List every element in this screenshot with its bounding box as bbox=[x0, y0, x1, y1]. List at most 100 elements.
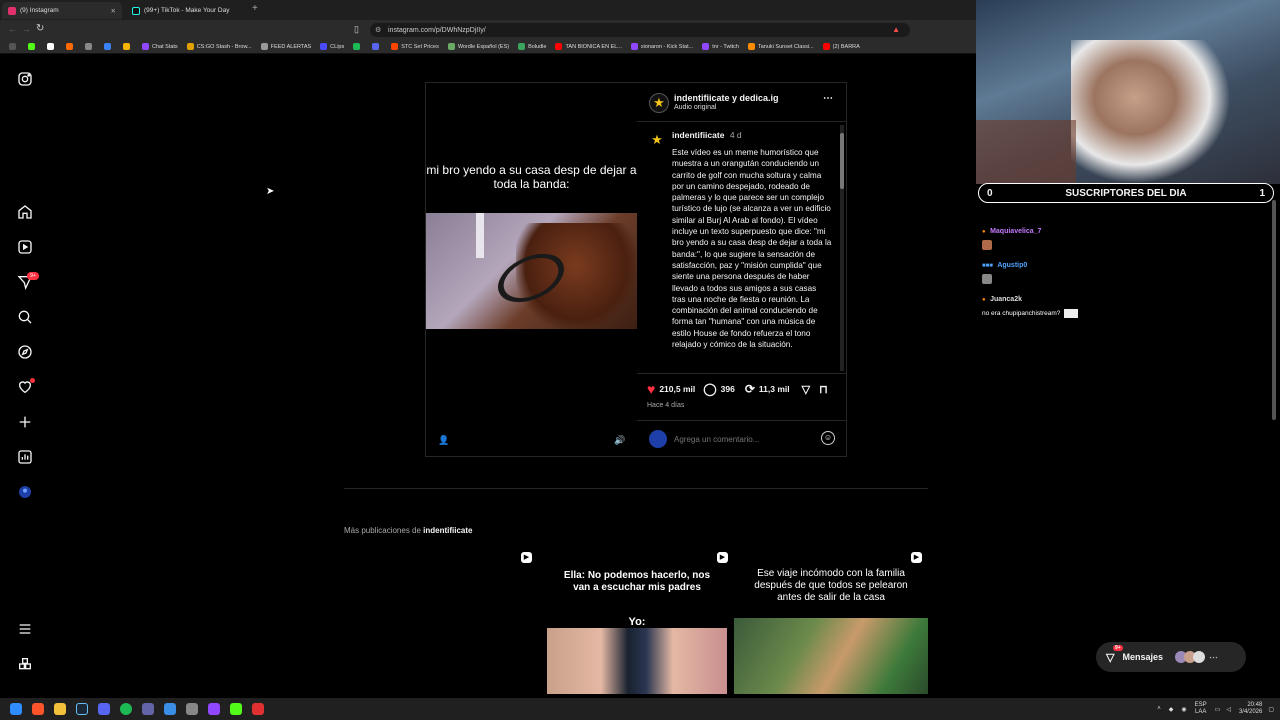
avatar[interactable]: ★ bbox=[649, 93, 669, 113]
new-tab-icon[interactable]: + bbox=[252, 3, 258, 14]
post-thumbnail[interactable]: ▶ Ella: No podemos hacerlo, nos van a es… bbox=[540, 548, 734, 694]
language-indicator[interactable]: ESP LAA bbox=[1195, 702, 1207, 716]
caption-scrollbar[interactable] bbox=[840, 125, 844, 371]
header-username[interactable]: indentifiicate y dedica.ig bbox=[674, 93, 779, 103]
save-icon[interactable]: ⊓ bbox=[819, 383, 828, 396]
explore-icon[interactable] bbox=[15, 342, 35, 362]
search-icon[interactable] bbox=[15, 307, 35, 327]
bookmark-icon[interactable] bbox=[47, 43, 57, 50]
more-posts-username[interactable]: indentifiicate bbox=[423, 526, 472, 535]
repost-count[interactable]: 11,3 mil bbox=[759, 384, 790, 394]
brave-browser-icon[interactable] bbox=[32, 703, 44, 715]
bookmark-kick-stats[interactable]: sionaron - Kick Stat... bbox=[630, 43, 693, 50]
bookmark-icon[interactable] bbox=[85, 43, 95, 50]
tab-tiktok[interactable]: (99+) TikTok - Make Your Day bbox=[126, 2, 246, 19]
bookmark-icon[interactable] bbox=[372, 43, 382, 50]
chat-username: Maquiavelica_7 bbox=[990, 228, 1042, 235]
app-icon[interactable] bbox=[252, 703, 264, 715]
reload-icon[interactable]: ↻ bbox=[36, 23, 44, 34]
bookmark-boludle[interactable]: Boludle bbox=[518, 43, 546, 50]
bookmark-tanuki[interactable]: Tanuki Sunset Classi... bbox=[747, 43, 814, 50]
repost-icon[interactable]: ⟳ bbox=[745, 382, 755, 396]
subscribers-bar: 0 SUSCRIPTORES DEL DIA 1 bbox=[978, 183, 1274, 203]
like-icon[interactable]: ♥ bbox=[647, 381, 655, 397]
volume-icon[interactable]: ◁ bbox=[1226, 706, 1231, 713]
page-scrollbar[interactable] bbox=[1272, 200, 1276, 420]
profile-icon[interactable] bbox=[15, 482, 35, 502]
bookmark-tan-bionica[interactable]: TAN BIONICA EN EL... bbox=[555, 43, 622, 50]
tab-instagram[interactable]: (9) Instagram ✕ bbox=[2, 2, 122, 19]
app-icon[interactable] bbox=[142, 703, 154, 715]
chat-message: ● Maquiavelica_7 bbox=[982, 220, 1272, 254]
bookmark-icon[interactable] bbox=[104, 43, 114, 50]
close-tab-icon[interactable]: ✕ bbox=[111, 7, 116, 15]
browser-tab-bar: (9) Instagram ✕ (99+) TikTok - Make Your… bbox=[0, 0, 976, 20]
bookmark-clips[interactable]: CLips bbox=[320, 43, 344, 50]
tray-icon[interactable]: ◉ bbox=[1181, 706, 1186, 713]
comment-input[interactable] bbox=[674, 432, 804, 446]
bookmark-feed-alertas[interactable]: FEED ALERTAS bbox=[260, 43, 311, 50]
subs-title: SUSCRIPTORES DEL DIA bbox=[1065, 187, 1187, 199]
kick-icon[interactable] bbox=[230, 703, 242, 715]
bookmark-barra[interactable]: (2) BARRA bbox=[822, 43, 860, 50]
back-icon[interactable]: ← bbox=[8, 24, 17, 34]
apps-icon[interactable] bbox=[9, 43, 19, 50]
home-icon[interactable] bbox=[15, 202, 35, 222]
mouse-cursor-icon: ➤ bbox=[266, 186, 275, 197]
bookmark-stc-prices[interactable]: STC Set Prices bbox=[391, 43, 439, 50]
menu-icon[interactable] bbox=[15, 619, 35, 639]
user-tag-icon[interactable]: 👤 bbox=[438, 435, 449, 446]
windows-start-icon[interactable] bbox=[10, 703, 22, 715]
notification-dot bbox=[30, 378, 35, 383]
bookmarks-bar: Chat Stats CS:GO Stash - Brow... FEED AL… bbox=[0, 40, 976, 54]
reels-icon[interactable] bbox=[15, 237, 35, 257]
tab-title: (99+) TikTok - Make Your Day bbox=[144, 7, 230, 14]
comment-icon[interactable]: ◯ bbox=[703, 382, 716, 396]
video-overlay-text: mi bro yendo a su casa desp de dejar a t… bbox=[426, 163, 637, 191]
threads-icon[interactable] bbox=[15, 654, 35, 674]
bookmark-icon[interactable] bbox=[66, 43, 76, 50]
notifications-icon[interactable]: ▢ bbox=[1268, 706, 1274, 713]
tray-arrow-icon[interactable]: ˄ bbox=[1157, 706, 1161, 712]
bookmark-icon[interactable] bbox=[353, 43, 363, 50]
post-thumbnail[interactable]: ▶ Ese viaje incómodo con la familia desp… bbox=[734, 548, 928, 694]
more-options-icon[interactable]: ⋯ bbox=[823, 93, 833, 104]
create-icon[interactable] bbox=[15, 412, 35, 432]
scrollbar-thumb[interactable] bbox=[840, 133, 844, 189]
bookmark-twitch[interactable]: tnr - Twitch bbox=[702, 43, 739, 50]
bookmark-chat-stats[interactable]: Chat Stats bbox=[142, 43, 178, 50]
post-thumbnail[interactable]: ▶ bbox=[344, 548, 538, 694]
caption-username[interactable]: indentifiicate bbox=[672, 130, 724, 140]
discord-icon[interactable] bbox=[98, 703, 110, 715]
file-explorer-icon[interactable] bbox=[54, 703, 66, 715]
forward-icon[interactable]: → bbox=[22, 24, 31, 34]
instagram-logo-icon[interactable] bbox=[15, 69, 35, 89]
address-bar[interactable]: ⚙ instagram.com/p/DWhNzpDjIIy/ ▲ bbox=[370, 23, 910, 37]
app-icon[interactable] bbox=[186, 703, 198, 715]
header-audio[interactable]: Audio original bbox=[674, 104, 716, 111]
bookmark-wordle[interactable]: Wordle Español (ES) bbox=[447, 43, 509, 50]
site-info-icon[interactable]: ⚙ bbox=[375, 26, 381, 34]
network-icon[interactable]: ▭ bbox=[1215, 706, 1221, 713]
steam-icon[interactable] bbox=[76, 703, 88, 715]
extension-icon[interactable]: ▲ bbox=[892, 25, 900, 34]
tray-icon[interactable]: ◆ bbox=[1169, 706, 1174, 713]
like-count[interactable]: 210,5 mil bbox=[659, 384, 695, 394]
twitch-icon[interactable] bbox=[208, 703, 220, 715]
clock[interactable]: 20:48 3/4/2026 bbox=[1239, 702, 1262, 716]
messages-button[interactable]: ▽ 9+ Mensajes ⋯ bbox=[1096, 642, 1246, 672]
comment-count[interactable]: 396 bbox=[721, 384, 735, 394]
share-icon[interactable]: ▽ bbox=[802, 383, 810, 396]
bookmark-kick-icon[interactable] bbox=[28, 43, 38, 50]
spotify-icon[interactable] bbox=[120, 703, 132, 715]
notifications-badge: 9+ bbox=[27, 272, 39, 280]
bookmark-csgo-stash[interactable]: CS:GO Stash - Brow... bbox=[186, 43, 252, 50]
tiktok-favicon-icon bbox=[132, 6, 140, 15]
bookmark-icon[interactable] bbox=[123, 43, 133, 50]
post-video[interactable]: mi bro yendo a su casa desp de dejar a t… bbox=[426, 83, 637, 456]
bookmark-icon[interactable]: ▯ bbox=[354, 24, 359, 35]
volume-icon[interactable]: 🔊 bbox=[614, 435, 625, 446]
dashboard-icon[interactable] bbox=[15, 447, 35, 467]
app-icon[interactable] bbox=[164, 703, 176, 715]
emoji-icon[interactable]: ☺ bbox=[821, 431, 835, 445]
